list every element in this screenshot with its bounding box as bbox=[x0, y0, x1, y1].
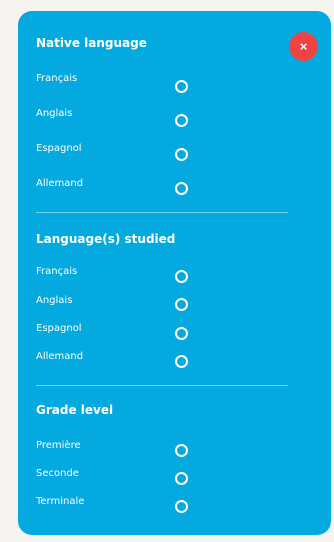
option-label-native-allemand: Allemand bbox=[36, 178, 84, 189]
option-label-studied-anglais: Anglais bbox=[36, 295, 73, 306]
option-label-studied-espagnol: Espagnol bbox=[36, 323, 82, 334]
radio-studied-espagnol[interactable] bbox=[175, 327, 188, 340]
option-label-studied-francais: Français bbox=[36, 266, 78, 277]
section-divider bbox=[36, 212, 288, 213]
radio-studied-anglais[interactable] bbox=[175, 298, 188, 311]
option-label-grade-premiere: Première bbox=[36, 440, 81, 451]
radio-studied-francais[interactable] bbox=[175, 270, 188, 283]
radio-grade-terminale[interactable] bbox=[175, 500, 188, 513]
option-label-grade-terminale: Terminale bbox=[36, 496, 85, 507]
radio-native-allemand[interactable] bbox=[175, 182, 188, 195]
radio-grade-premiere[interactable] bbox=[175, 444, 188, 457]
radio-native-anglais[interactable] bbox=[175, 114, 188, 127]
option-label-native-francais: Français bbox=[36, 73, 78, 84]
filter-panel: × Native language Français Anglais Espag… bbox=[18, 11, 331, 535]
close-button[interactable]: × bbox=[289, 32, 318, 61]
option-label-studied-allemand: Allemand bbox=[36, 351, 84, 362]
radio-native-espagnol[interactable] bbox=[175, 148, 188, 161]
option-label-native-espagnol: Espagnol bbox=[36, 143, 82, 154]
option-label-grade-seconde: Seconde bbox=[36, 468, 79, 479]
section-title-languages-studied: Language(s) studied bbox=[36, 232, 176, 246]
section-title-grade-level: Grade level bbox=[36, 403, 114, 417]
section-divider bbox=[36, 385, 288, 386]
radio-grade-seconde[interactable] bbox=[175, 472, 188, 485]
radio-studied-allemand[interactable] bbox=[175, 355, 188, 368]
radio-native-francais[interactable] bbox=[175, 80, 188, 93]
section-title-native-language: Native language bbox=[36, 36, 147, 50]
option-label-native-anglais: Anglais bbox=[36, 108, 73, 119]
